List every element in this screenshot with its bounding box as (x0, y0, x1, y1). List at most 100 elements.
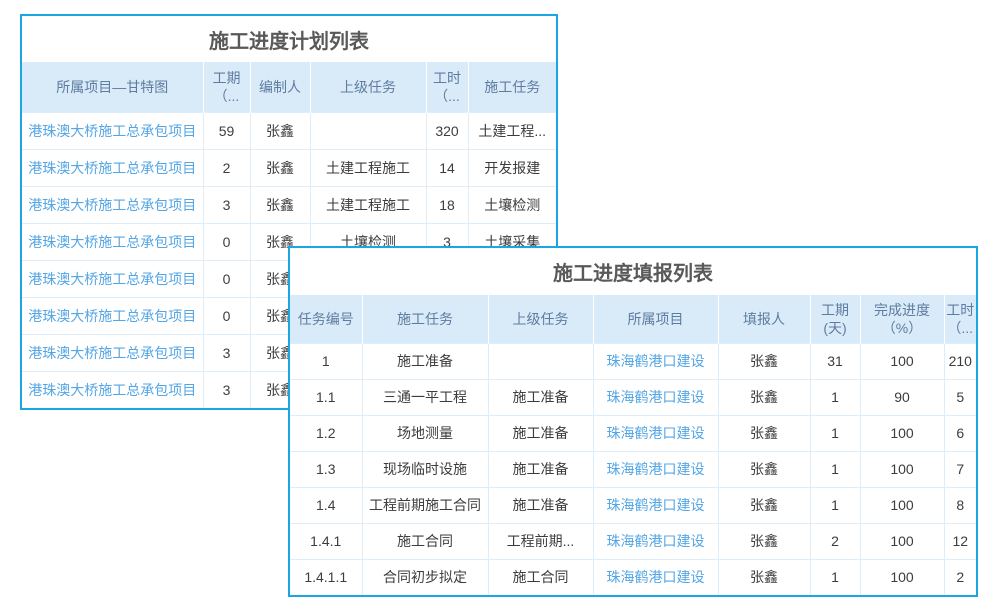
cell-reporter: 张鑫 (718, 379, 810, 415)
cell-hours: 7 (944, 451, 976, 487)
cell-progress: 90 (860, 379, 944, 415)
table-row: 1.3现场临时设施施工准备珠海鹤港口建设张鑫11007 (290, 451, 976, 487)
cell-task-no: 1.4.1.1 (290, 559, 362, 595)
column-header-duration: 工期 （... (203, 62, 250, 112)
cell-hours: 2 (944, 559, 976, 595)
column-header-reporter: 填报人 (718, 295, 810, 343)
cell-task: 工程前期施工合同 (362, 487, 488, 523)
cell-duration: 3 (203, 186, 250, 223)
column-header-task-no: 任务编号 (290, 295, 362, 343)
cell-compiler: 张鑫 (250, 186, 310, 223)
column-header-hours: 工时 （... (944, 295, 976, 343)
table-row: 1.4.1施工合同工程前期...珠海鹤港口建设张鑫210012 (290, 523, 976, 559)
cell-task: 合同初步拟定 (362, 559, 488, 595)
cell-task-no: 1.2 (290, 415, 362, 451)
cell-task: 开发报建 (468, 149, 556, 186)
cell-compiler: 张鑫 (250, 149, 310, 186)
cell-hours: 12 (944, 523, 976, 559)
column-header-task: 施工任务 (468, 62, 556, 112)
cell-parent: 工程前期... (488, 523, 593, 559)
cell-compiler: 张鑫 (250, 112, 310, 149)
table-row: 港珠澳大桥施工总承包项目59张鑫 320土建工程... (22, 112, 556, 149)
cell-hours: 14 (426, 149, 468, 186)
cell-duration: 2 (810, 523, 860, 559)
cell-project[interactable]: 港珠澳大桥施工总承包项目 (22, 223, 203, 260)
table-row: 1施工准备珠海鹤港口建设张鑫31100210 (290, 343, 976, 379)
cell-task-no: 1.4.1 (290, 523, 362, 559)
cell-parent: 施工准备 (488, 451, 593, 487)
cell-parent (488, 343, 593, 379)
cell-project[interactable]: 港珠澳大桥施工总承包项目 (22, 112, 203, 149)
cell-progress: 100 (860, 487, 944, 523)
cell-task-no: 1.1 (290, 379, 362, 415)
cell-parent: 土建工程施工 (310, 186, 426, 223)
table-row: 1.4工程前期施工合同施工准备珠海鹤港口建设张鑫11008 (290, 487, 976, 523)
cell-reporter: 张鑫 (718, 451, 810, 487)
cell-reporter: 张鑫 (718, 343, 810, 379)
cell-hours: 8 (944, 487, 976, 523)
plan-table-header-row: 所属项目—甘特图 工期 （... 编制人 上级任务 工时 （... 施工任务 (22, 62, 556, 112)
column-header-hours: 工时 （... (426, 62, 468, 112)
cell-duration: 31 (810, 343, 860, 379)
cell-progress: 100 (860, 451, 944, 487)
cell-project[interactable]: 珠海鹤港口建设 (593, 559, 718, 595)
report-table-header-row: 任务编号 施工任务 上级任务 所属项目 填报人 工期 (天) 完成进度 （%） … (290, 295, 976, 343)
cell-task: 场地测量 (362, 415, 488, 451)
cell-duration: 3 (203, 371, 250, 408)
cell-reporter: 张鑫 (718, 523, 810, 559)
cell-duration: 0 (203, 223, 250, 260)
report-table: 任务编号 施工任务 上级任务 所属项目 填报人 工期 (天) 完成进度 （%） … (290, 295, 976, 595)
plan-table-title: 施工进度计划列表 (22, 16, 556, 62)
cell-project[interactable]: 珠海鹤港口建设 (593, 523, 718, 559)
cell-project[interactable]: 港珠澳大桥施工总承包项目 (22, 334, 203, 371)
cell-reporter: 张鑫 (718, 487, 810, 523)
column-header-project: 所属项目 (593, 295, 718, 343)
cell-hours: 320 (426, 112, 468, 149)
column-header-compiler: 编制人 (250, 62, 310, 112)
cell-project[interactable]: 珠海鹤港口建设 (593, 451, 718, 487)
cell-task: 现场临时设施 (362, 451, 488, 487)
cell-task: 施工准备 (362, 343, 488, 379)
report-table-panel: 施工进度填报列表 任务编号 施工任务 上级任务 所属项目 填报人 工期 (天) … (288, 246, 978, 597)
column-header-task: 施工任务 (362, 295, 488, 343)
cell-task-no: 1.3 (290, 451, 362, 487)
cell-task: 施工合同 (362, 523, 488, 559)
cell-project[interactable]: 珠海鹤港口建设 (593, 379, 718, 415)
cell-reporter: 张鑫 (718, 415, 810, 451)
column-header-project: 所属项目—甘特图 (22, 62, 203, 112)
table-row: 港珠澳大桥施工总承包项目3张鑫土建工程施工18土壤检测 (22, 186, 556, 223)
cell-progress: 100 (860, 523, 944, 559)
cell-duration: 1 (810, 559, 860, 595)
cell-task: 三通一平工程 (362, 379, 488, 415)
table-row: 1.4.1.1合同初步拟定施工合同珠海鹤港口建设张鑫11002 (290, 559, 976, 595)
report-table-title: 施工进度填报列表 (290, 248, 976, 295)
cell-project[interactable]: 港珠澳大桥施工总承包项目 (22, 149, 203, 186)
cell-task: 土壤检测 (468, 186, 556, 223)
table-row: 港珠澳大桥施工总承包项目2张鑫土建工程施工14开发报建 (22, 149, 556, 186)
cell-progress: 100 (860, 559, 944, 595)
cell-parent: 施工准备 (488, 379, 593, 415)
column-header-parent: 上级任务 (310, 62, 426, 112)
column-header-duration: 工期 (天) (810, 295, 860, 343)
table-row: 1.1三通一平工程施工准备珠海鹤港口建设张鑫1905 (290, 379, 976, 415)
cell-duration: 0 (203, 260, 250, 297)
column-header-progress: 完成进度 （%） (860, 295, 944, 343)
cell-progress: 100 (860, 343, 944, 379)
cell-project[interactable]: 港珠澳大桥施工总承包项目 (22, 260, 203, 297)
cell-project[interactable]: 港珠澳大桥施工总承包项目 (22, 371, 203, 408)
cell-project[interactable]: 港珠澳大桥施工总承包项目 (22, 297, 203, 334)
cell-duration: 2 (203, 149, 250, 186)
cell-task-no: 1 (290, 343, 362, 379)
cell-duration: 1 (810, 451, 860, 487)
cell-task: 土建工程... (468, 112, 556, 149)
cell-project[interactable]: 港珠澳大桥施工总承包项目 (22, 186, 203, 223)
cell-progress: 100 (860, 415, 944, 451)
cell-duration: 1 (810, 487, 860, 523)
cell-duration: 59 (203, 112, 250, 149)
cell-project[interactable]: 珠海鹤港口建设 (593, 343, 718, 379)
cell-project[interactable]: 珠海鹤港口建设 (593, 487, 718, 523)
cell-duration: 3 (203, 334, 250, 371)
cell-project[interactable]: 珠海鹤港口建设 (593, 415, 718, 451)
cell-hours: 5 (944, 379, 976, 415)
cell-duration: 1 (810, 415, 860, 451)
